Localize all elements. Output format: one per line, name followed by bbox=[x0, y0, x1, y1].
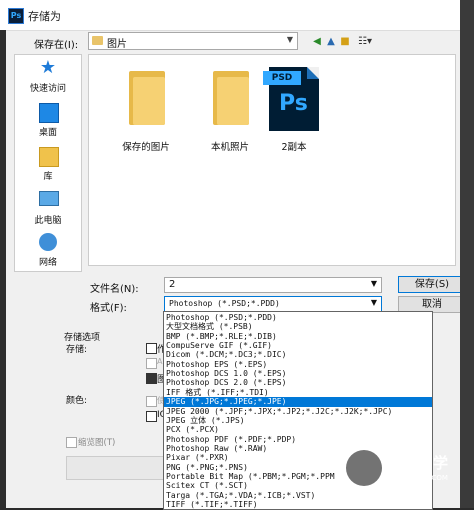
sidebar-item-label: 桌面 bbox=[38, 128, 57, 138]
sidebar-item-this-pc[interactable]: 此电脑 bbox=[15, 189, 81, 233]
sidebar-item-quick-access[interactable]: ★ 快速访问 bbox=[15, 57, 81, 101]
sidebar-item-desktop[interactable]: 桌面 bbox=[15, 101, 81, 145]
watermark-logo-icon bbox=[346, 450, 382, 486]
layers-checkbox[interactable] bbox=[146, 373, 157, 384]
save-in-label: 保存在(I): bbox=[34, 40, 79, 51]
watermark-url: ZIXUE.3066.COM bbox=[388, 474, 448, 482]
alpha-checkbox[interactable] bbox=[146, 358, 157, 369]
save-in-combo[interactable]: 图片 ▼ bbox=[88, 32, 298, 50]
sidebar-item-library[interactable]: 库 bbox=[15, 145, 81, 189]
view-menu-icon[interactable]: ☷▾ bbox=[354, 35, 376, 49]
star-pin-icon: ★ bbox=[39, 57, 57, 78]
sidebar-item-label: 快速访问 bbox=[29, 84, 66, 94]
save-as-dialog: Ps 存储为 保存在(I): 图片 ▼ ◀ ▲ ■ ☷▾ ★ 快速访问 桌面 库… bbox=[0, 0, 474, 510]
icc-checkbox[interactable] bbox=[146, 411, 157, 422]
warning-box bbox=[66, 456, 164, 480]
dialog-title: 存储为 bbox=[28, 10, 61, 23]
save-label: 存储: bbox=[66, 345, 88, 355]
folder-icon bbox=[129, 71, 165, 125]
file-name: 保存的图片 bbox=[122, 142, 170, 153]
title-bar: Ps 存储为 bbox=[0, 0, 474, 31]
sidebar-item-label: 库 bbox=[43, 172, 53, 182]
back-arrow-icon[interactable]: ◀ bbox=[310, 35, 324, 49]
new-folder-icon[interactable]: ■ bbox=[338, 35, 352, 49]
desktop-icon bbox=[39, 103, 59, 123]
thumbnail-checkbox[interactable] bbox=[66, 437, 77, 448]
photoshop-app-icon: Ps bbox=[8, 8, 24, 24]
folder-icon bbox=[213, 71, 249, 125]
folder-icon bbox=[92, 36, 103, 45]
file-item-psd[interactable]: PSD Ps 2副本 bbox=[259, 63, 329, 153]
proof-checkbox[interactable] bbox=[146, 396, 157, 407]
sidebar-item-label: 此电脑 bbox=[34, 216, 62, 226]
sidebar-item-network[interactable]: 网络 bbox=[15, 231, 81, 275]
watermark-text: 溜溜自学 bbox=[388, 454, 449, 472]
save-in-value: 图片 bbox=[107, 39, 127, 50]
thumbnail-label: 缩览图(T) bbox=[78, 438, 116, 448]
file-list: 保存的图片 本机照片 PSD Ps 2副本 bbox=[88, 54, 456, 266]
chevron-down-icon: ▼ bbox=[286, 35, 293, 44]
save-button[interactable]: 保存(S) bbox=[398, 276, 466, 293]
filename-value: 2 bbox=[169, 279, 176, 290]
filename-field[interactable]: 2 ▼ bbox=[164, 277, 382, 293]
ps-logo: Ps bbox=[279, 91, 308, 116]
file-item-folder[interactable]: 保存的图片 bbox=[111, 63, 181, 153]
places-sidebar: ★ 快速访问 桌面 库 此电脑 网络 bbox=[14, 54, 82, 272]
filename-label: 文件名(N): bbox=[90, 284, 139, 295]
navigation-toolbar: ◀ ▲ ■ ☷▾ bbox=[310, 34, 380, 50]
computer-icon bbox=[39, 191, 59, 206]
background-left bbox=[0, 30, 6, 508]
color-label: 颜色: bbox=[66, 396, 88, 406]
chevron-down-icon: ▼ bbox=[370, 279, 377, 288]
watermark: 溜溜自学 ZIXUE.3066.COM bbox=[346, 446, 464, 490]
sidebar-item-label: 网络 bbox=[38, 258, 57, 268]
format-label: 格式(F): bbox=[90, 303, 127, 314]
format-select[interactable]: Photoshop (*.PSD;*.PDD) ▼ bbox=[164, 296, 382, 312]
network-icon bbox=[39, 233, 57, 251]
psd-file-icon: PSD Ps bbox=[263, 67, 319, 131]
as-copy-checkbox[interactable] bbox=[146, 343, 157, 354]
chevron-down-icon: ▼ bbox=[370, 298, 377, 307]
file-name: 2副本 bbox=[281, 142, 307, 153]
up-folder-icon[interactable]: ▲ bbox=[324, 35, 338, 49]
library-icon bbox=[39, 147, 59, 167]
format-value: Photoshop (*.PSD;*.PDD) bbox=[169, 299, 280, 308]
background-right bbox=[460, 0, 474, 508]
psd-badge: PSD bbox=[263, 71, 301, 85]
